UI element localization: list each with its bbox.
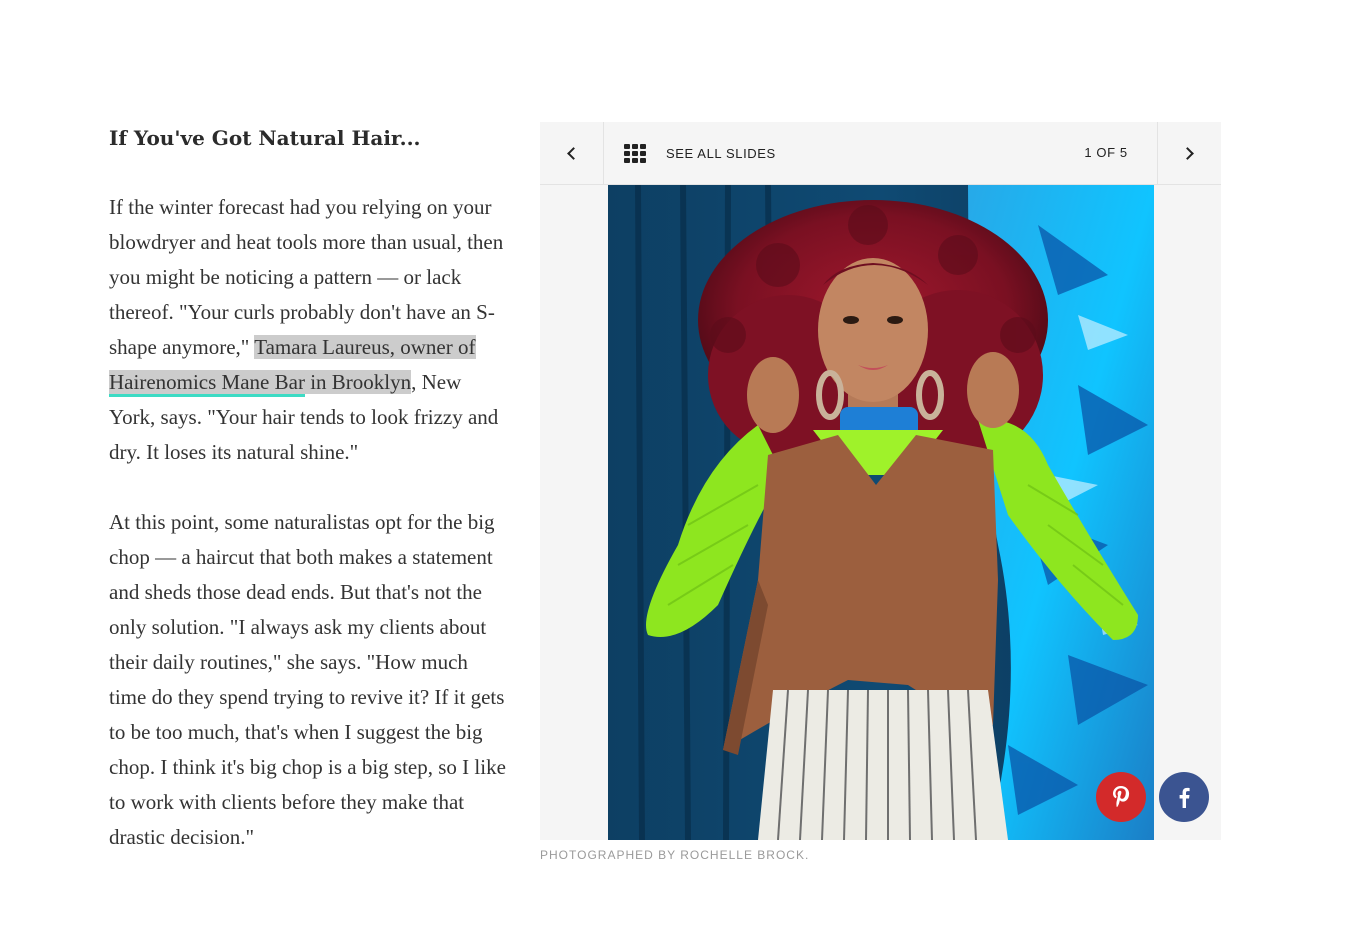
- chevron-right-icon: [1181, 146, 1194, 160]
- p1-highlight-text: Tamara Laureus, owner of: [254, 335, 476, 359]
- p1-highlight-end: in Brooklyn: [304, 370, 412, 394]
- section-heading: If You've Got Natural Hair...: [109, 126, 421, 150]
- facebook-share-button[interactable]: [1159, 772, 1209, 822]
- article-paragraph-2: At this point, some naturalistas opt for…: [109, 510, 506, 849]
- slide-counter: 1 OF 5: [1084, 145, 1128, 160]
- slideshow-toolbar: SEE ALL SLIDES 1 OF 5: [540, 122, 1221, 185]
- next-slide-button[interactable]: [1157, 122, 1221, 184]
- pinterest-icon: [1113, 786, 1130, 807]
- see-all-slides-button[interactable]: SEE ALL SLIDES: [624, 122, 776, 184]
- photo-credit: PHOTOGRAPHED BY ROCHELLE BROCK.: [540, 848, 810, 862]
- pinterest-share-button[interactable]: [1096, 772, 1146, 822]
- slideshow: SEE ALL SLIDES 1 OF 5: [540, 122, 1221, 840]
- facebook-icon: [1179, 787, 1190, 808]
- article-body: If You've Got Natural Hair... If the win…: [109, 120, 509, 855]
- hairenomics-link[interactable]: Hairenomics Mane Bar: [109, 370, 305, 397]
- grid-icon: [624, 143, 646, 163]
- slide-photo: [608, 185, 1154, 840]
- see-all-slides-label: SEE ALL SLIDES: [666, 145, 776, 161]
- previous-slide-button[interactable]: [540, 122, 604, 184]
- article-paragraph-1: If the winter forecast had you relying o…: [109, 190, 509, 470]
- chevron-left-icon: [567, 146, 580, 160]
